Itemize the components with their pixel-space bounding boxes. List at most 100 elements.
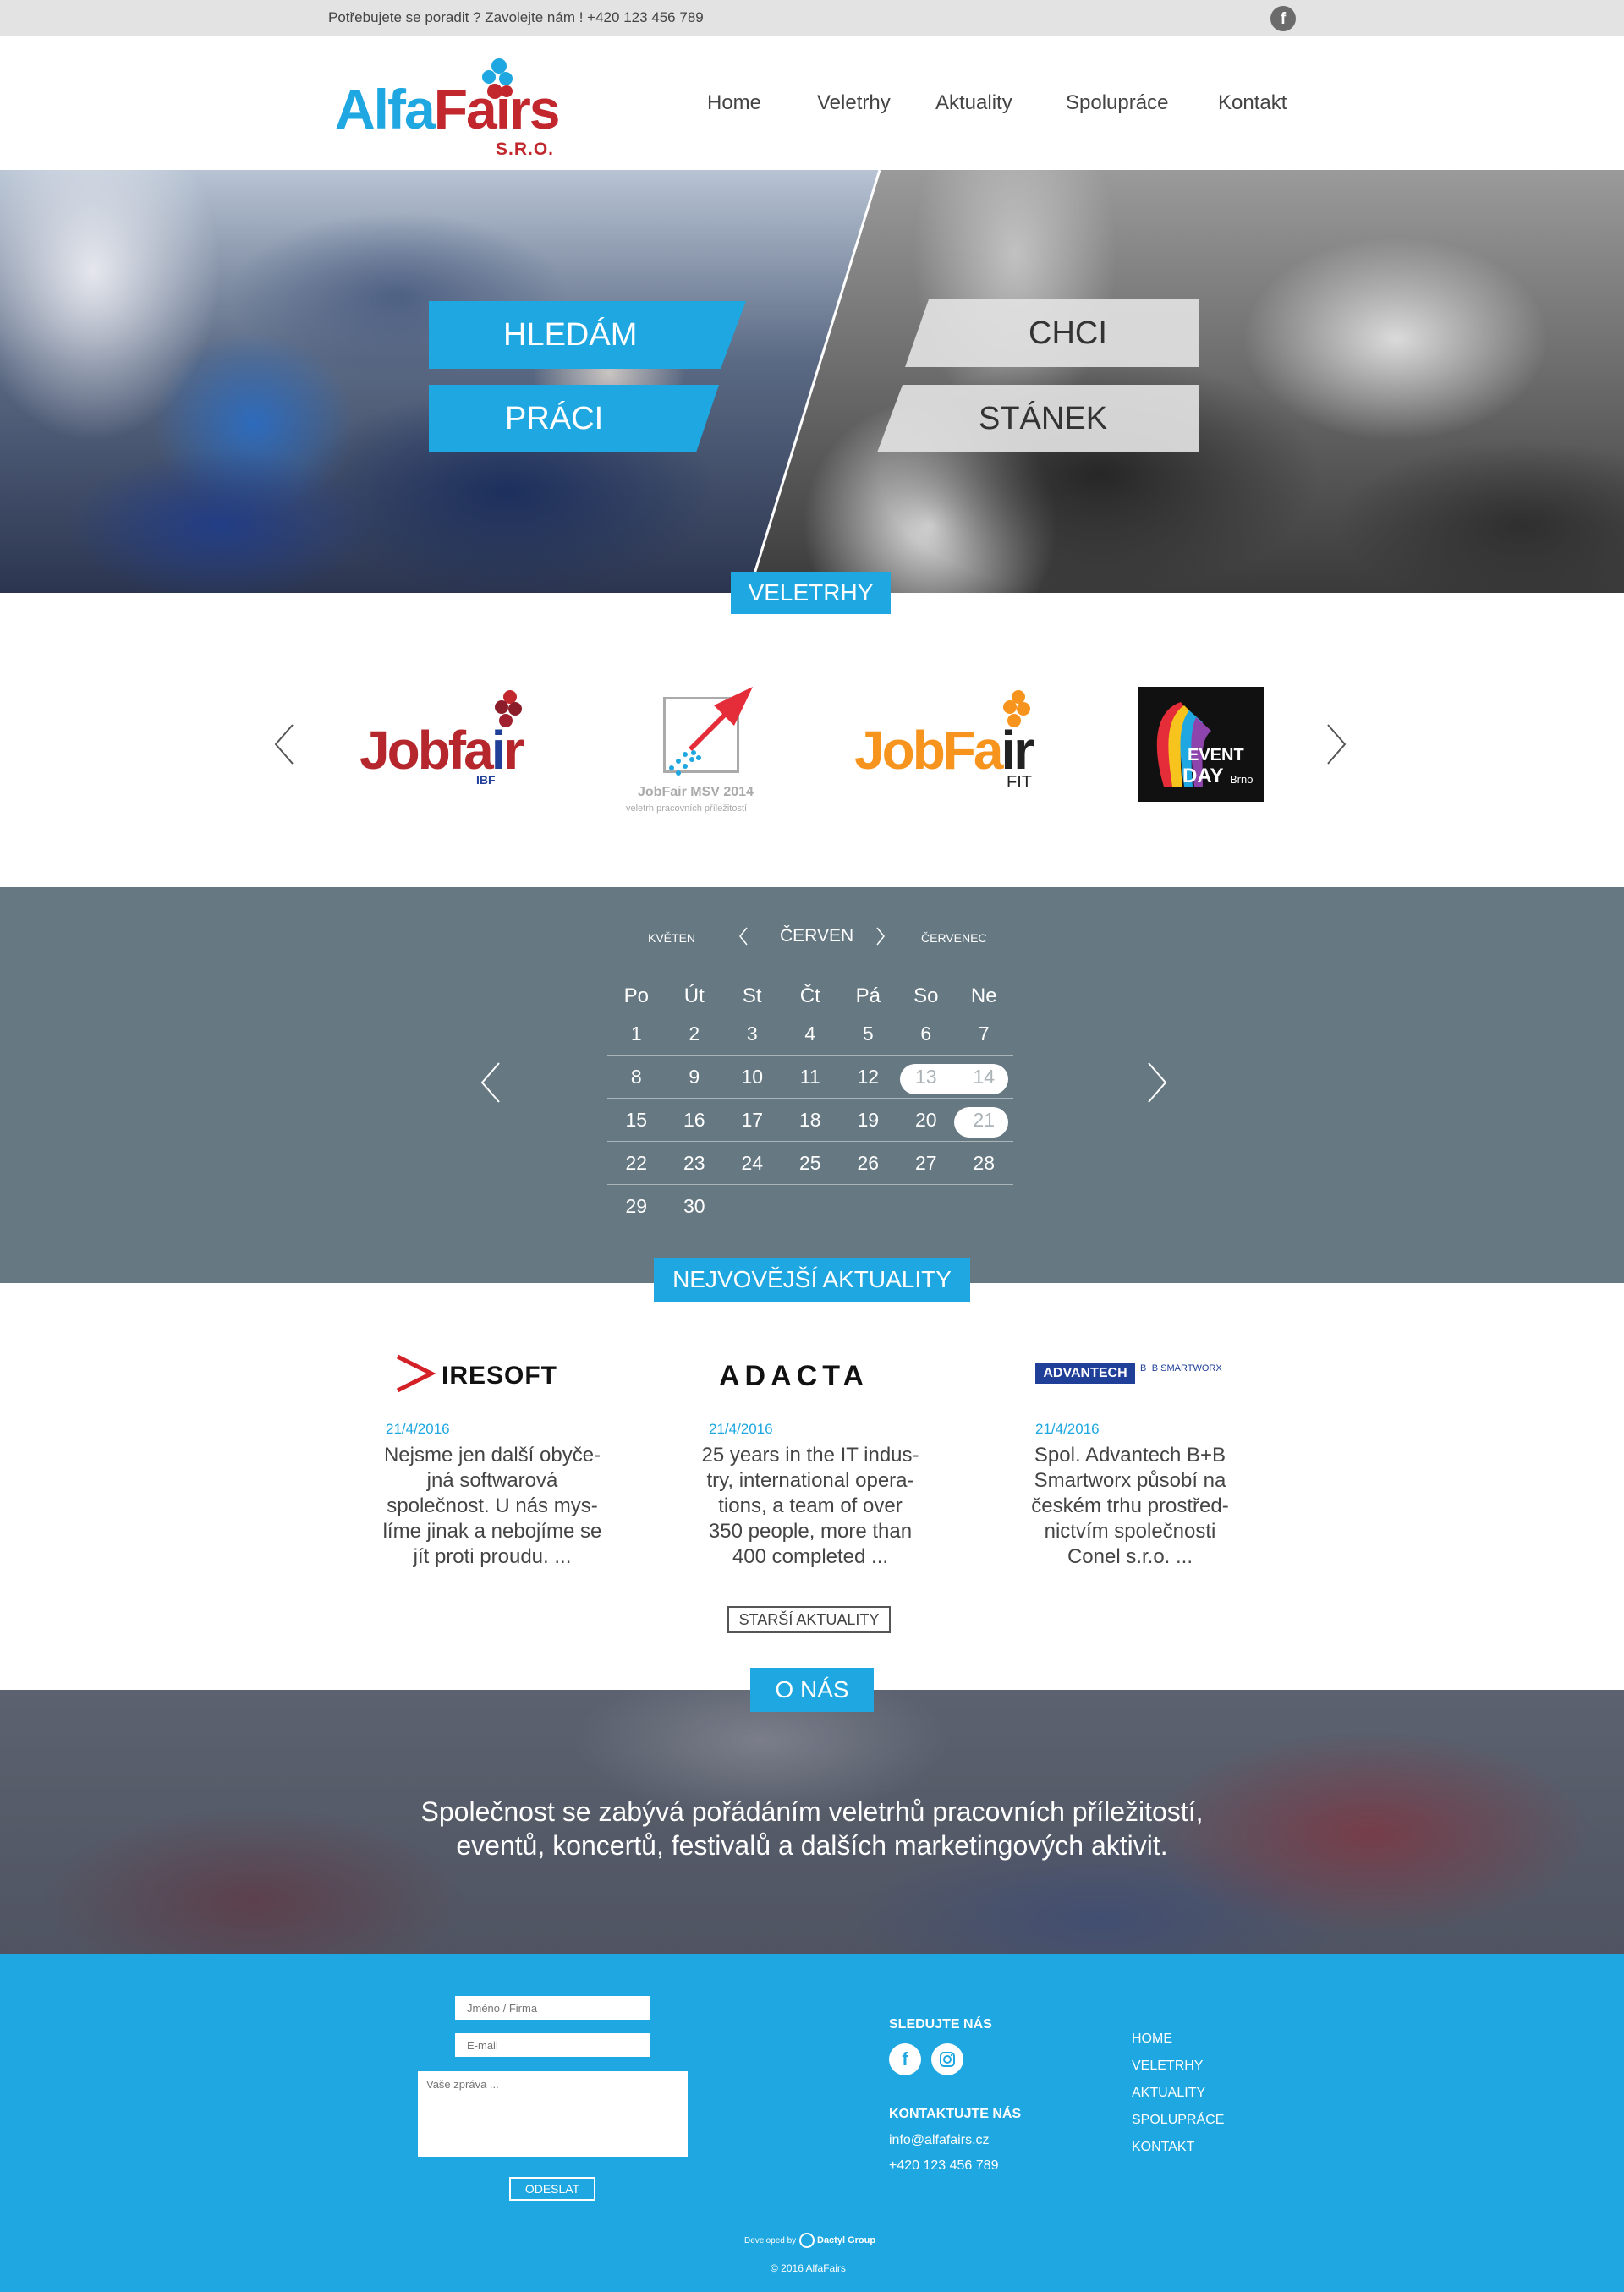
want-stand-button-line1[interactable]: CHCI [905,299,1199,367]
news-item-text[interactable]: Nejsme jen další obyče- jná softwarová s… [374,1443,611,1570]
advantech-logo[interactable]: ADVANTECH B+B SMARTWORX [1035,1362,1238,1387]
calendar-day[interactable]: 17 [723,1099,782,1141]
follow-heading: SLEDUJTE NÁS [889,2017,992,2032]
month-next-chevron-icon[interactable] [875,926,886,946]
about-section-tab: O NÁS [750,1668,874,1712]
calendar-week-row: 8 9 10 11 12 13 14 [607,1056,1013,1099]
find-job-button-line2[interactable]: PRÁCI [429,385,719,452]
footer-link-kontakt[interactable]: KONTAKT [1132,2140,1194,2155]
calendar-day[interactable]: 7 [955,1012,1013,1055]
message-field[interactable] [418,2071,688,2157]
calendar-day[interactable]: 10 [723,1056,782,1098]
calendar-week-row: 1 2 3 4 5 6 7 [607,1012,1013,1056]
carousel-next-arrow-icon[interactable] [1323,723,1348,765]
calendar-day[interactable]: 16 [666,1099,724,1141]
nav-spoluprace[interactable]: Spolupráce [1066,91,1168,115]
site-header: AlfaFairs S.R.O. Home Veletrhy Aktuality… [0,36,1624,170]
calendar-next-arrow-icon[interactable] [1145,1061,1169,1104]
news-item-text[interactable]: 25 years in the IT indus- try, internati… [692,1443,929,1570]
weekday-header-row: Po Út St Čt Pá So Ne [607,980,1013,1012]
developer-name[interactable]: Dactyl Group [817,2235,875,2245]
news-item-text[interactable]: Spol. Advantech B+B Smartworx působí na … [1012,1443,1248,1570]
iresoft-logo[interactable]: IRESOFT [394,1353,589,1395]
send-button[interactable]: ODESLAT [509,2177,595,2201]
calendar-day[interactable]: 23 [666,1142,724,1184]
want-stand-button-line2[interactable]: STÁNEK [877,385,1199,452]
calendar-week-row: 15 16 17 18 19 20 21 [607,1099,1013,1142]
logo-text: AlfaFairs [335,78,560,140]
calendar-day[interactable]: 27 [897,1142,956,1184]
calendar-day-event[interactable]: 14 [955,1056,1013,1098]
calendar-day[interactable]: 18 [782,1099,840,1141]
veletrhy-section-tab: VELETRHY [731,572,891,614]
footer-link-home[interactable]: HOME [1132,2032,1172,2047]
older-news-button[interactable]: STARŠÍ AKTUALITY [727,1606,891,1633]
facebook-icon[interactable]: f [889,2043,921,2075]
calendar-day-empty [723,1185,782,1228]
calendar-day[interactable]: 12 [839,1056,897,1098]
nav-veletrhy[interactable]: Veletrhy [817,91,891,115]
fair-logo-jobfair-ibf[interactable]: Jobfair IBF [359,687,546,792]
calendar-day[interactable]: 5 [839,1012,897,1055]
calendar-day[interactable]: 6 [897,1012,956,1055]
calendar-section: KVĚTEN ČERVEN ČERVENEC Po Út St Čt Pá So… [0,887,1624,1283]
fair-logo-jobfair-msv-2014[interactable]: JobFair MSV 2014 veletrh pracovních příl… [617,685,787,820]
about-text-line1: Společnost se zabývá pořádáním veletrhů … [420,1796,1204,1827]
footer-link-veletrhy[interactable]: VELETRHY [1132,2059,1203,2074]
fair-logo-jobfair-fit[interactable]: JobFair FIT [854,687,1057,797]
footer-link-spoluprace[interactable]: SPOLUPRÁCE [1132,2113,1224,2128]
calendar-day[interactable]: 26 [839,1142,897,1184]
calendar-day-event[interactable]: 21 [955,1099,1013,1141]
calendar-day[interactable]: 20 [897,1099,956,1141]
calendar-day[interactable]: 3 [723,1012,782,1055]
calendar-day[interactable]: 24 [723,1142,782,1184]
find-job-button-line1[interactable]: HLEDÁM [429,301,746,369]
carousel-prev-arrow-icon[interactable] [272,723,298,765]
weekday-label: Út [683,984,705,1007]
calendar-day[interactable]: 4 [782,1012,840,1055]
calendar-day[interactable]: 1 [607,1012,666,1055]
prev-month-label[interactable]: KVĚTEN [648,931,695,945]
calendar-day[interactable]: 11 [782,1056,840,1098]
fair-logo-event-day-brno[interactable]: EVENT DAY Brno [1138,687,1264,802]
month-prev-chevron-icon[interactable] [738,926,749,946]
calendar-day[interactable]: 8 [607,1056,666,1098]
calendar-week-row: 29 30 [607,1185,1013,1228]
name-field[interactable] [455,1996,650,2020]
facebook-icon[interactable]: f [1270,6,1296,31]
nav-aktuality[interactable]: Aktuality [935,91,1012,115]
hero-divider-line [747,170,881,593]
calendar-day[interactable]: 30 [666,1185,724,1228]
calendar-day-event[interactable]: 13 [897,1056,956,1098]
calendar-day-empty [782,1185,840,1228]
weekday-label: So [914,984,939,1007]
calendar-prev-arrow-icon[interactable] [479,1061,502,1104]
nav-kontakt[interactable]: Kontakt [1218,91,1287,115]
alfafairs-logo[interactable]: AlfaFairs S.R.O. [335,53,560,163]
footer-link-aktuality[interactable]: AKTUALITY [1132,2086,1205,2101]
iresoft-chevron-icon [396,1354,436,1392]
calendar-day[interactable]: 28 [955,1142,1013,1184]
calendar-day[interactable]: 19 [839,1099,897,1141]
contact-heading: KONTAKTUJTE NÁS [889,2107,1022,2121]
calendar-day[interactable]: 22 [607,1142,666,1184]
news-section-tab: NEJVOVĚJŠÍ AKTUALITY [654,1258,970,1302]
footer-email-link[interactable]: info@alfafairs.cz [889,2133,990,2148]
calendar-day[interactable]: 29 [607,1185,666,1228]
news-date: 21/4/2016 [386,1421,450,1437]
adacta-logo[interactable]: ADACTA [719,1360,905,1394]
calendar-day[interactable]: 2 [666,1012,724,1055]
email-field[interactable] [455,2033,650,2057]
news-date: 21/4/2016 [709,1421,773,1437]
calendar-day[interactable]: 9 [666,1056,724,1098]
about-section: Společnost se zabývá pořádáním veletrhů … [0,1690,1624,1954]
instagram-icon[interactable] [931,2043,963,2075]
calendar-day[interactable]: 15 [607,1099,666,1141]
calendar-grid: Po Út St Čt Pá So Ne 1 2 3 4 5 6 7 8 9 1… [607,980,1013,1228]
calendar-day[interactable]: 25 [782,1142,840,1184]
nav-home[interactable]: Home [707,91,761,115]
news-date: 21/4/2016 [1035,1421,1100,1437]
next-month-label[interactable]: ČERVENEC [921,931,987,945]
about-text-line2: eventů, koncertů, festivalů a dalších ma… [456,1830,1168,1861]
calendar-day-empty [897,1185,956,1228]
